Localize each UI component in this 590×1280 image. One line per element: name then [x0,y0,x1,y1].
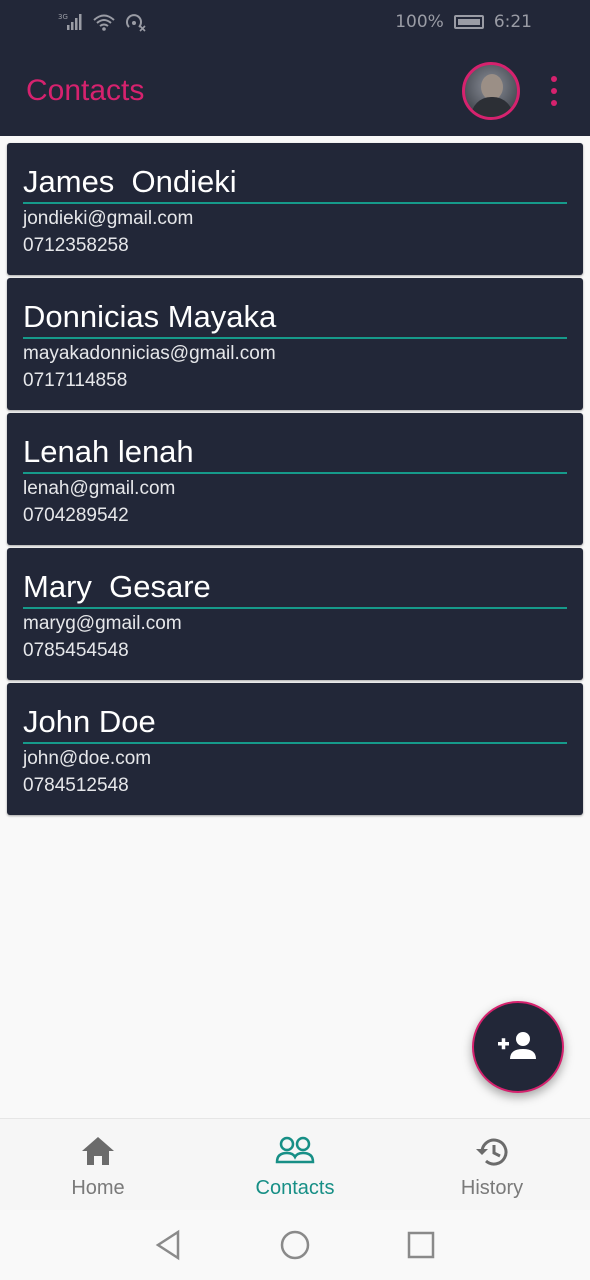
nav-label-home: Home [71,1177,125,1199]
contact-phone: 0704289542 [23,505,129,526]
home-icon [81,1135,115,1171]
nav-item-history[interactable]: History [394,1119,590,1211]
contact-card[interactable]: James Ondieki jondieki@gmail.com 0712358… [7,143,583,275]
nav-label-history: History [460,1177,524,1199]
nav-label-contacts: Contacts [255,1177,335,1199]
contact-phone: 0712358258 [23,235,129,256]
status-icons-right: 100% 6:21 [395,12,532,32]
add-person-icon [498,1030,538,1064]
contact-email: jondieki@gmail.com [23,208,194,229]
contact-card[interactable]: John Doe john@doe.com 0784512548 [7,683,583,815]
contact-name: Lenah lenah [23,434,194,469]
contact-card[interactable]: Donnicias Mayaka mayakadonnicias@gmail.c… [7,278,583,410]
contact-email: maryg@gmail.com [23,613,182,634]
contact-divider [23,337,567,339]
contact-list: James Ondieki jondieki@gmail.com 0712358… [7,143,583,818]
contact-divider [23,742,567,744]
recents-icon[interactable] [404,1228,438,1262]
battery-percentage: 100% [395,12,444,32]
contact-name: Mary Gesare [23,569,211,604]
contact-email: john@doe.com [23,748,152,769]
user-avatar[interactable] [462,62,520,120]
contact-email: lenah@gmail.com [23,478,176,499]
back-icon[interactable] [152,1228,186,1262]
add-contact-button[interactable] [472,1001,564,1093]
more-options-button[interactable] [546,76,562,106]
hotspot-icon [124,12,146,37]
signal-icon: 3G [58,12,84,37]
network-type: 3G [58,13,68,21]
people-icon [275,1135,315,1169]
more-vertical-icon [551,88,557,94]
system-navigation-bar [0,1210,590,1280]
contact-email: mayakadonnicias@gmail.com [23,343,276,364]
history-icon [474,1135,510,1173]
battery-icon [453,15,484,29]
avatar-shoulders [471,97,513,117]
contact-card[interactable]: Lenah lenah lenah@gmail.com 0704289542 [7,413,583,545]
nav-item-home[interactable]: Home [0,1119,196,1211]
clock: 6:21 [493,12,532,32]
page-title: Contacts [26,74,145,107]
contact-phone: 0784512548 [23,775,129,796]
contact-name: John Doe [23,704,156,739]
contact-divider [23,607,567,609]
more-vertical-icon [551,76,557,82]
nav-item-contacts[interactable]: Contacts [197,1119,393,1211]
wifi-icon [92,12,116,37]
contact-card[interactable]: Mary Gesare maryg@gmail.com 0785454548 [7,548,583,680]
contact-divider [23,472,567,474]
contact-divider [23,202,567,204]
contact-phone: 0717114858 [23,370,128,391]
home-circle-icon[interactable] [278,1228,312,1262]
status-bar: 3G 100% 6:21 [0,0,590,46]
more-vertical-icon [551,100,557,106]
status-icons-left: 3G [58,12,146,37]
contact-name: James Ondieki [23,164,237,199]
app-bar: Contacts [0,46,590,136]
contact-phone: 0785454548 [23,640,129,661]
contact-name: Donnicias Mayaka [23,299,277,334]
bottom-navigation: Home Contacts History [0,1118,590,1210]
